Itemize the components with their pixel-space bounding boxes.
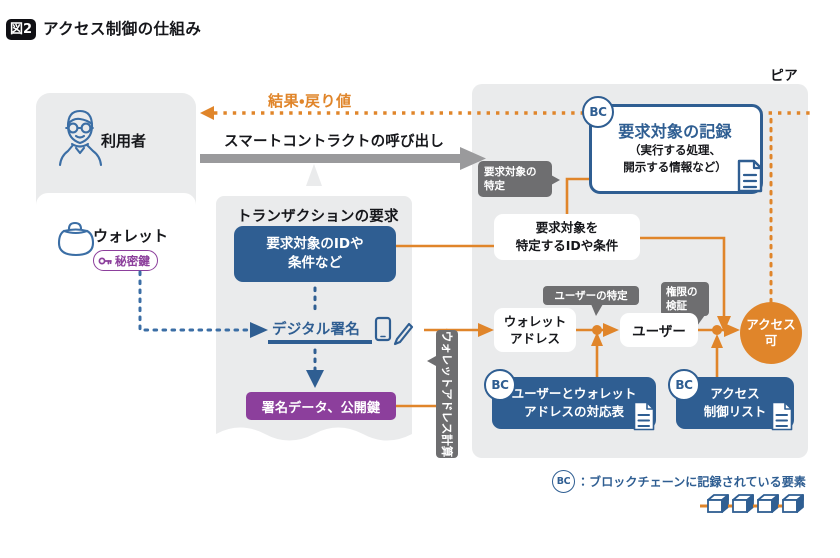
person-with-glasses-icon xyxy=(58,109,103,167)
bc-badge-text: BC xyxy=(675,378,693,392)
document-icon xyxy=(633,401,655,431)
callout-user-identification-label: ユーザーの特定 xyxy=(554,290,628,302)
request-target-line1: 要求対象のIDや xyxy=(266,236,364,252)
digital-signature-label: デジタル署名 xyxy=(272,322,360,338)
figure-header: 図2 アクセス制御の仕組み xyxy=(0,18,840,50)
access-allowed-line1: アクセス xyxy=(746,317,796,332)
bc-badge-text: BC xyxy=(589,105,607,119)
pen-icon xyxy=(393,322,414,346)
callout-auth-line1: 権限の xyxy=(666,286,698,298)
bc-badge-text: BC xyxy=(491,378,509,392)
signature-data-box: 署名データ、公開鍵 xyxy=(246,392,396,420)
callout-tail xyxy=(427,356,436,366)
digital-signature-underline xyxy=(268,340,372,344)
callout-target-line2: 特定 xyxy=(484,180,505,192)
bc-badge-map: BC xyxy=(484,369,516,401)
callout-target-line1: 要求対象の xyxy=(484,166,537,178)
id-condition-box: 要求対象を 特定するIDや条件 xyxy=(494,214,640,260)
wallet-address-calculation-label: ウォレットアドレス計算 xyxy=(440,330,454,458)
bc-record-subtitle: （実行する処理、 開示する情報など） xyxy=(600,142,750,176)
wallet-address-line2: アドレス xyxy=(509,331,560,346)
request-target-line2: 条件など xyxy=(288,255,342,271)
blockchain-cubes-icon xyxy=(700,494,804,513)
user-node: ユーザー xyxy=(620,313,698,347)
wallet-address-calculation-callout: ウォレットアドレス計算 xyxy=(427,330,458,458)
user-label: 利用者 xyxy=(101,132,147,150)
legend-bc-badge-text: BC xyxy=(556,476,571,487)
smart-contract-call-label: スマートコントラクトの呼び出し xyxy=(224,134,445,150)
wallet-address-node: ウォレット アドレス xyxy=(494,308,576,352)
result-return-label: 結果・戻り値 xyxy=(268,92,352,110)
secret-key-badge: 秘密鍵 xyxy=(93,250,159,271)
figure-number-badge: 図2 xyxy=(6,19,36,40)
wallet-address-line1: ウォレット xyxy=(503,314,567,329)
wallet-label: ウォレット xyxy=(93,227,169,245)
bc-acl-line2: 制御リスト xyxy=(703,404,767,419)
secret-key-label: 秘密鍵 xyxy=(115,253,151,268)
smartphone-icon xyxy=(374,316,392,342)
id-condition-line1: 要求対象を xyxy=(535,220,599,235)
request-target-box: 要求対象のIDや 条件など xyxy=(234,226,396,282)
peer-label: ピア xyxy=(770,68,798,84)
bc-record-sub-line2: 開示する情報など） xyxy=(623,160,727,174)
legend-bc-badge: BC xyxy=(552,470,575,493)
callout-authorization-check: 権限の 検証 xyxy=(661,282,709,326)
legend: BC ：ブロックチェーンに記録されている要素 xyxy=(552,470,806,493)
bc-badge-acl: BC xyxy=(668,369,700,401)
legend-text: ：ブロックチェーンに記録されている要素 xyxy=(577,475,806,489)
access-allowed-node: アクセス 可 xyxy=(740,302,802,364)
callout-target-identification: 要求対象の 特定 xyxy=(478,161,560,197)
access-allowed-line2: 可 xyxy=(764,333,778,348)
callout-auth-line2: 検証 xyxy=(666,300,687,312)
bc-record-sub-line1: （実行する処理、 xyxy=(629,143,721,157)
figure-root: 図2 アクセス制御の仕組み ピア 利用者 ウォレット 秘密鍵 結果・戻り値 スマ… xyxy=(0,0,840,558)
document-icon xyxy=(771,401,793,431)
page-title: アクセス制御の仕組み xyxy=(43,20,202,38)
transaction-panel-title: トランザクションの要求 xyxy=(237,209,399,225)
key-icon xyxy=(98,257,112,264)
bc-acl-line1: アクセス xyxy=(710,386,760,401)
callout-tail xyxy=(591,304,603,316)
document-icon xyxy=(737,159,763,193)
callout-tail xyxy=(551,175,560,185)
bc-record-title: 要求対象の記録 xyxy=(618,122,732,141)
bc-map-line2: アドレスの対応表 xyxy=(523,404,624,419)
id-condition-line2: 特定するIDや条件 xyxy=(515,238,619,253)
bc-map-line1: ユーザーとウォレット xyxy=(511,386,637,401)
callout-user-identification: ユーザーの特定 xyxy=(543,286,639,316)
